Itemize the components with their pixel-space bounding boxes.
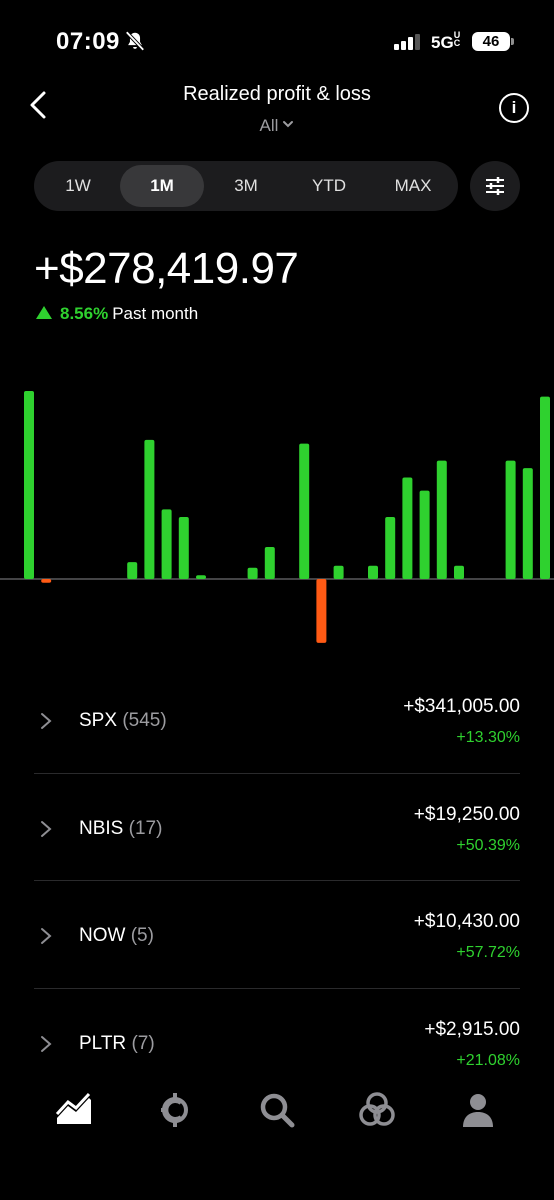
range-selector: 1W 1M 3M YTD MAX (34, 161, 458, 211)
crypto-icon[interactable] (155, 1090, 195, 1130)
chart-bar[interactable] (144, 439, 155, 579)
chevron-right-icon (41, 820, 52, 837)
status-bar: 07:09 5GUC 46 (0, 0, 554, 80)
search-icon[interactable] (257, 1090, 297, 1130)
network-type: 5GUC (431, 30, 461, 53)
range-tab-3m[interactable]: 3M (204, 165, 288, 207)
chart-bar[interactable] (24, 391, 34, 579)
chart-bar[interactable] (161, 509, 172, 579)
position-value: +$2,915.00 (424, 1018, 520, 1040)
pnl-bar-chart (0, 391, 554, 643)
chart-bar[interactable] (247, 567, 258, 579)
chevron-right-icon (41, 1035, 52, 1052)
bell-off-icon (125, 31, 145, 51)
range-tab-ytd[interactable]: YTD (287, 165, 371, 207)
chart-bar[interactable] (333, 565, 344, 579)
chart-bar[interactable] (385, 517, 396, 579)
chevron-right-icon (41, 713, 52, 729)
page-title: Realized profit & loss (183, 83, 371, 105)
network-icon[interactable] (357, 1090, 397, 1130)
chart-bar[interactable] (522, 468, 533, 579)
position-value: +$19,250.00 (413, 803, 520, 825)
position-value: +$341,005.00 (403, 696, 520, 717)
position-value: +$10,430.00 (413, 911, 520, 932)
chart-bar[interactable] (299, 443, 310, 579)
range-tab-max[interactable]: MAX (371, 165, 455, 207)
profile-icon[interactable] (458, 1090, 498, 1130)
positions-list: SPX (545) +$341,005.00 +13.30% NBIS (17)… (34, 666, 520, 1096)
position-percent: +13.30% (456, 729, 520, 746)
chart-bar[interactable] (436, 460, 447, 579)
filter-value: All (259, 116, 279, 135)
change-percent: 8.56% (60, 304, 109, 323)
info-icon[interactable]: i (499, 93, 529, 123)
position-symbol: NOW (5) (79, 925, 154, 946)
range-tab-1m[interactable]: 1M (120, 165, 204, 207)
chart-bar[interactable] (41, 579, 52, 583)
chart-bar[interactable] (316, 579, 327, 643)
chart-icon[interactable] (54, 1090, 94, 1130)
sliders-icon (486, 177, 504, 195)
chart-bar[interactable] (264, 547, 275, 579)
triangle-up-icon (36, 306, 52, 319)
position-percent: +21.08% (456, 1051, 520, 1069)
account-filter-dropdown[interactable]: All (0, 116, 554, 136)
battery-level: 46 (472, 32, 510, 51)
chart-bar[interactable] (368, 565, 378, 579)
chart-bar[interactable] (127, 562, 138, 579)
status-time: 07:09 (56, 28, 120, 55)
chevron-down-icon (283, 121, 294, 128)
position-symbol: SPX (545) (79, 710, 167, 731)
position-symbol: NBIS (17) (79, 817, 163, 839)
position-percent: +50.39% (456, 836, 520, 854)
list-item[interactable]: NOW (5) +$10,430.00 +57.72% (34, 881, 520, 989)
realized-pnl-amount: +$278,419.97 (34, 244, 299, 293)
list-item[interactable]: PLTR (7) +$2,915.00 +21.08% (34, 989, 520, 1097)
change-row: 8.56% Past month (36, 304, 198, 326)
position-count: (7) (131, 1032, 155, 1054)
chart-bar[interactable] (505, 460, 516, 579)
chart-bar[interactable] (540, 396, 550, 579)
bottom-nav (0, 1090, 554, 1160)
chart-settings-button[interactable] (470, 161, 520, 211)
chevron-right-icon (41, 928, 52, 944)
chart-bar[interactable] (196, 575, 206, 579)
signal-icon (394, 34, 420, 50)
chart-bar[interactable] (178, 517, 189, 579)
range-tab-1w[interactable]: 1W (36, 165, 120, 207)
list-item[interactable]: SPX (545) +$341,005.00 +13.30% (34, 666, 520, 774)
chart-bar[interactable] (419, 490, 430, 579)
position-count: (5) (130, 925, 154, 946)
chart-bar[interactable] (402, 477, 413, 580)
change-period: Past month (112, 304, 199, 323)
position-count: (17) (128, 817, 163, 839)
position-count: (545) (122, 710, 167, 731)
battery-nub (511, 38, 514, 45)
position-percent: +57.72% (456, 944, 520, 961)
chart-bar[interactable] (454, 565, 464, 579)
list-item[interactable]: NBIS (17) +$19,250.00 +50.39% (34, 774, 520, 881)
position-symbol: PLTR (7) (79, 1032, 155, 1054)
header: Realized profit & loss All i (0, 78, 554, 148)
